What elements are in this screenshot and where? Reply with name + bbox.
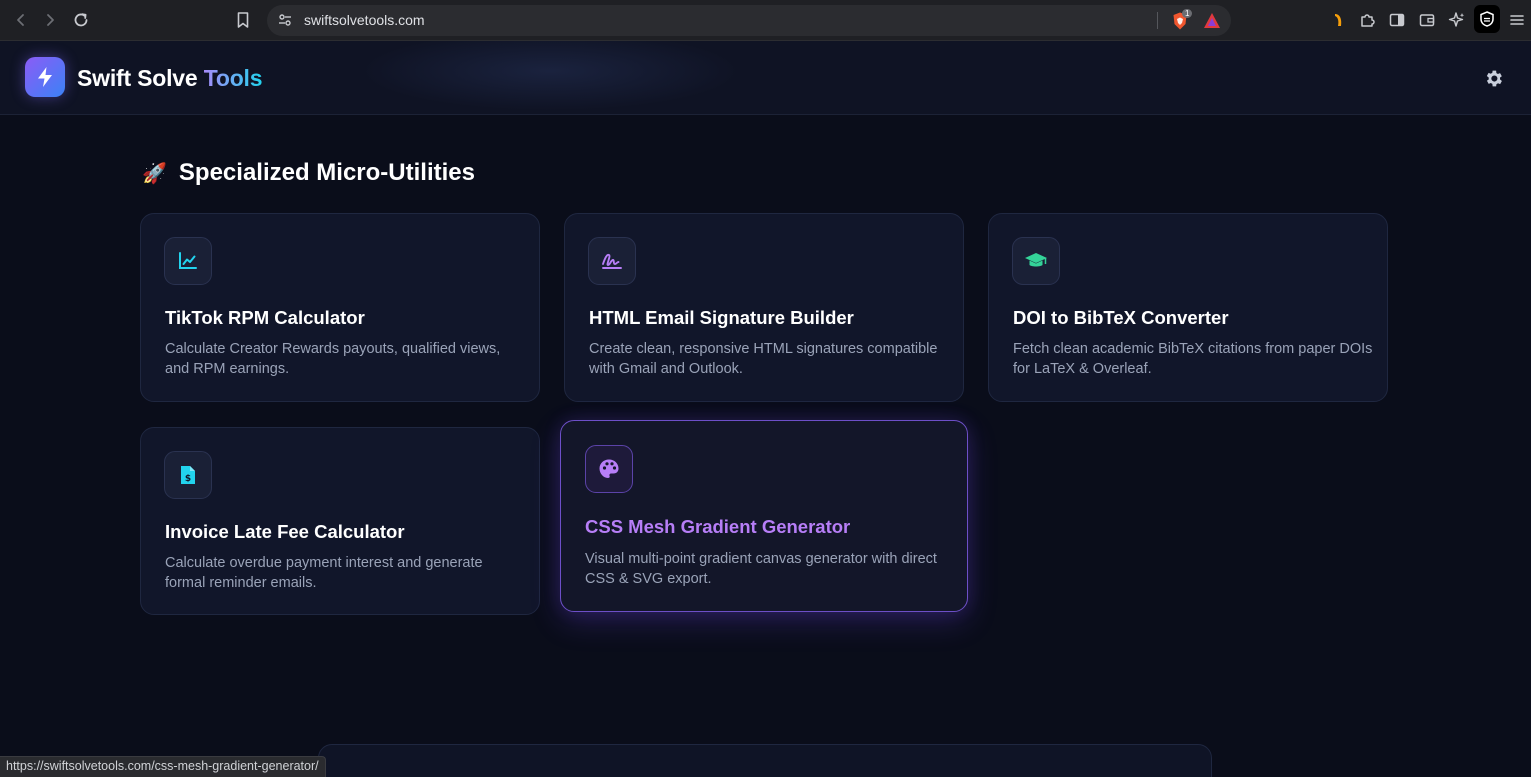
lightning-bolt-icon — [38, 67, 52, 87]
leo-ai-button[interactable] — [1446, 9, 1468, 31]
chevron-right-icon — [47, 14, 54, 26]
moon-icon — [1453, 70, 1465, 84]
tool-card-email-signature[interactable]: HTML Email Signature Builder Create clea… — [564, 213, 964, 402]
tool-card-doi-bibtex[interactable]: DOI to BibTeX Converter Fetch clean acad… — [988, 213, 1388, 402]
tool-card-icon-box — [588, 237, 636, 285]
tool-card-icon-box: $ — [164, 451, 212, 499]
tool-card-tiktok-rpm[interactable]: TikTok RPM Calculator Calculate Creator … — [140, 213, 540, 402]
brand-name[interactable]: Swift Solve Tools — [77, 65, 263, 92]
vpn-button[interactable] — [1474, 5, 1500, 33]
tool-card-title: TikTok RPM Calculator — [165, 307, 365, 328]
chart-line-icon — [179, 252, 197, 269]
brand-name-accent: Tools — [203, 65, 263, 91]
bookmark-icon — [237, 12, 249, 28]
tool-card-icon-box — [164, 237, 212, 285]
extensions-button[interactable] — [1357, 9, 1379, 31]
sidebar-icon — [1389, 13, 1405, 27]
tool-card-title: DOI to BibTeX Converter — [1013, 307, 1229, 328]
hamburger-menu-icon — [1510, 15, 1524, 25]
tool-card-title: Invoice Late Fee Calculator — [165, 521, 405, 542]
browser-toolbar: swiftsolvetools.com 1 — [0, 0, 1531, 41]
wallet-brave-icon[interactable] — [1327, 9, 1349, 31]
tool-card-css-mesh-gradient[interactable]: CSS Mesh Gradient Generator Visual multi… — [560, 420, 968, 612]
graduation-cap-icon — [1025, 253, 1047, 267]
shield-icon — [1480, 11, 1494, 27]
tool-card-invoice-late-fee[interactable]: $ Invoice Late Fee Calculator Calculate … — [140, 427, 540, 615]
content-panel — [318, 744, 1212, 777]
bookmark-button[interactable] — [231, 8, 255, 32]
theme-toggle-button[interactable] — [1449, 67, 1471, 89]
site-settings-icon[interactable] — [277, 12, 293, 33]
tool-card-title: CSS Mesh Gradient Generator — [585, 516, 851, 537]
palette-icon — [599, 459, 619, 478]
invoice-dollar-icon: $ — [181, 466, 195, 484]
logo[interactable] — [25, 57, 65, 97]
status-bar-link-preview: https://swiftsolvetools.com/css-mesh-gra… — [0, 756, 326, 777]
address-url: swiftsolvetools.com — [304, 12, 425, 28]
rocket-icon: 🚀 — [142, 162, 167, 185]
address-separator — [1157, 12, 1158, 29]
chevron-left-icon — [17, 14, 24, 26]
reload-button[interactable] — [69, 8, 93, 32]
sidebar-button[interactable] — [1386, 9, 1408, 31]
address-bar[interactable]: swiftsolvetools.com 1 — [267, 5, 1231, 36]
brand-name-main: Swift Solve — [77, 65, 198, 91]
brave-rewards-icon[interactable] — [1203, 12, 1221, 34]
tool-card-icon-box — [585, 445, 633, 493]
tool-card-description: Create clean, responsive HTML signatures… — [589, 341, 938, 377]
back-button[interactable] — [9, 8, 33, 32]
svg-text:$: $ — [185, 474, 191, 484]
tool-card-description: Visual multi-point gradient canvas gener… — [585, 551, 937, 587]
wallet-icon — [1419, 14, 1435, 27]
header-glow — [360, 41, 740, 111]
settings-button[interactable] — [1482, 67, 1504, 89]
gear-icon — [1486, 70, 1502, 86]
site-header: Swift Solve Tools — [0, 41, 1531, 115]
forward-button[interactable] — [38, 8, 62, 32]
tool-card-title: HTML Email Signature Builder — [589, 307, 854, 328]
section-title: 🚀 Specialized Micro-Utilities — [142, 159, 475, 187]
tool-card-description: Fetch clean academic BibTeX citations fr… — [1013, 341, 1373, 377]
section-title-text: Specialized Micro-Utilities — [178, 159, 475, 186]
tool-card-icon-box — [1012, 237, 1060, 285]
tool-card-description: Calculate overdue payment interest and g… — [165, 555, 483, 591]
brave-shields-icon[interactable]: 1 — [1170, 9, 1193, 36]
signature-icon — [602, 253, 622, 269]
reload-icon — [74, 13, 88, 27]
menu-button[interactable] — [1506, 9, 1528, 31]
tool-card-description: Calculate Creator Rewards payouts, quali… — [165, 341, 501, 377]
sparkle-icon — [1448, 12, 1465, 27]
puzzle-icon — [1361, 14, 1375, 27]
shields-badge: 1 — [1182, 9, 1193, 18]
wallet-button[interactable] — [1416, 9, 1438, 31]
